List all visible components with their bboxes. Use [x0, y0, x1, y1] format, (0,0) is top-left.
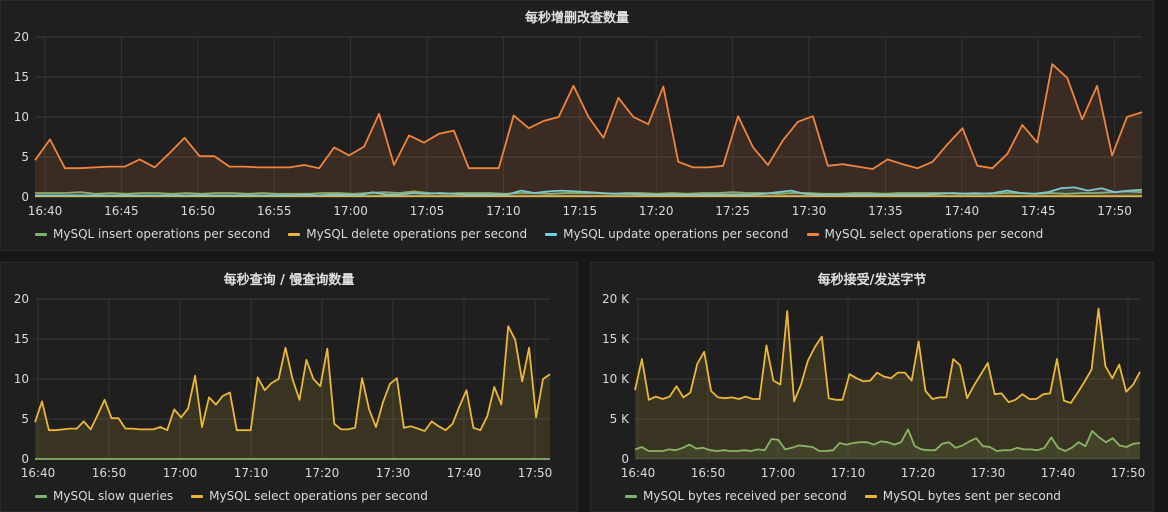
chart-queries: 0 5 10 15 20 16:40 16:50 17:00 17:10 17:20 17:30 17…	[14, 292, 553, 480]
x-tick-label: 17:00	[333, 204, 368, 218]
legend-item[interactable]: MySQL bytes sent per second	[864, 489, 1061, 503]
y-tick-label: 15	[14, 70, 29, 84]
x-tick-label: 17:00	[163, 466, 198, 480]
x-tick-label: 17:30	[376, 466, 411, 480]
legend-label: MySQL slow queries	[53, 489, 174, 503]
x-tick-label: 17:10	[486, 204, 521, 218]
x-tick-label: 17:40	[447, 466, 482, 480]
y-tick-label: 0	[621, 452, 629, 466]
series-area	[35, 64, 1142, 197]
x-tick-label: 17:40	[1041, 466, 1076, 480]
y-tick-label: 10 K	[602, 372, 630, 386]
x-tick-label: 17:10	[831, 466, 866, 480]
series-area	[635, 308, 1140, 459]
legend-swatch	[545, 232, 558, 236]
y-tick-label: 5	[21, 412, 29, 426]
x-tick-label: 17:25	[715, 204, 750, 218]
series-area	[35, 326, 550, 459]
legend-swatch	[288, 232, 301, 236]
legend-label: MySQL delete operations per second	[306, 227, 528, 241]
legend-swatch	[191, 494, 204, 498]
legend-label: MySQL select operations per second	[824, 227, 1044, 241]
x-tick-label: 16:50	[691, 466, 726, 480]
chart-bytes: 0 5 K 10 K 15 K 20 K 16:40 16:50 17:00 17:10 17:2…	[602, 292, 1146, 480]
y-tick-label: 10	[14, 110, 29, 124]
x-tick-label: 16:45	[104, 204, 139, 218]
chart-crud: 0 5 10 15 20 16:40 16:45 16:50 16:55 17:00 17:05 17…	[14, 30, 1143, 218]
legend-label: MySQL insert operations per second	[53, 227, 271, 241]
y-tick-label: 5 K	[610, 412, 630, 426]
x-tick-label: 17:50	[518, 466, 553, 480]
legend: MySQL bytes received per second MySQL byt…	[625, 489, 1061, 503]
legend-item[interactable]: MySQL insert operations per second	[35, 227, 270, 241]
panel-crud: 每秒增删改查数量 0 5 10 15 20 16:40 16:45 16:50 16:55 17:…	[0, 0, 1154, 251]
legend-label: MySQL select operations per second	[209, 489, 428, 503]
panel-queries: 每秒查询 / 慢查询数量 0 5 10 15 20 16:40 16:50 17:00 17:1…	[0, 262, 578, 512]
legend: MySQL slow queries MySQL select operation…	[35, 489, 428, 503]
legend: MySQL insert operations per second MySQL …	[35, 227, 1043, 241]
legend-item[interactable]: MySQL update operations per second	[545, 227, 789, 241]
x-tick-label: 17:10	[234, 466, 269, 480]
x-tick-label: 17:40	[945, 204, 980, 218]
legend-swatch	[35, 232, 47, 236]
legend-item[interactable]: MySQL delete operations per second	[288, 227, 527, 241]
x-tick-label: 17:30	[792, 204, 827, 218]
legend-item[interactable]: MySQL bytes received per second	[625, 489, 847, 503]
x-tick-label: 17:35	[868, 204, 903, 218]
x-tick-label: 16:40	[621, 466, 656, 480]
x-tick-label: 17:20	[639, 204, 674, 218]
x-tick-label: 16:55	[257, 204, 292, 218]
x-tick-label: 17:15	[563, 204, 598, 218]
y-tick-label: 20 K	[602, 292, 630, 306]
y-tick-label: 15 K	[602, 332, 630, 346]
y-tick-label: 0	[21, 190, 29, 204]
x-tick-label: 17:50	[1111, 466, 1146, 480]
x-tick-label: 17:45	[1021, 204, 1056, 218]
x-tick-label: 17:00	[761, 466, 796, 480]
legend-swatch	[806, 232, 819, 236]
x-tick-label: 16:40	[28, 204, 63, 218]
legend-label: MySQL update operations per second	[563, 227, 789, 241]
y-tick-label: 20	[14, 30, 29, 44]
legend-swatch	[864, 494, 877, 498]
y-tick-label: 20	[14, 292, 29, 306]
x-tick-label: 17:20	[305, 466, 340, 480]
x-tick-label: 17:20	[901, 466, 936, 480]
legend-label: MySQL bytes received per second	[643, 489, 847, 503]
x-tick-label: 16:40	[21, 466, 56, 480]
panel-bytes: 每秒接受/发送字节 05 K 10 K 15 K 20 K 16:40 16:50 17:0…	[590, 262, 1154, 512]
legend-item[interactable]: MySQL select operations per second	[806, 227, 1044, 241]
x-tick-label: 17:30	[971, 466, 1006, 480]
legend-swatch	[35, 494, 47, 498]
x-tick-label: 16:50	[92, 466, 127, 480]
y-tick-label: 0	[21, 452, 29, 466]
y-tick-label: 15	[14, 332, 29, 346]
legend-item[interactable]: MySQL slow queries	[35, 489, 173, 503]
legend-label: MySQL bytes sent per second	[882, 489, 1061, 503]
x-tick-label: 17:05	[410, 204, 445, 218]
y-tick-label: 5	[21, 150, 29, 164]
x-tick-label: 17:50	[1097, 204, 1132, 218]
y-tick-label: 10	[14, 372, 29, 386]
legend-item[interactable]: MySQL select operations per second	[191, 489, 428, 503]
x-tick-label: 16:50	[181, 204, 216, 218]
legend-swatch	[625, 494, 637, 498]
